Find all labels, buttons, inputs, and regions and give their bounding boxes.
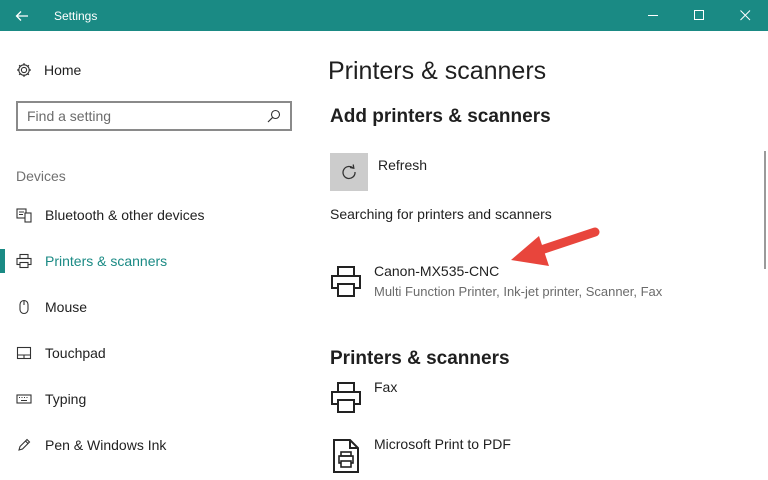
device-name: Fax <box>374 379 398 395</box>
close-icon <box>739 10 750 21</box>
sidebar-item-touchpad[interactable]: Touchpad <box>0 334 305 372</box>
home-label: Home <box>44 62 82 78</box>
installed-device-fax[interactable]: Fax <box>325 375 745 423</box>
refresh-button[interactable] <box>330 153 368 191</box>
devices-section-label: Devices <box>16 168 66 184</box>
back-button[interactable] <box>0 0 44 31</box>
sidebar-item-label: Touchpad <box>45 345 106 361</box>
printer-icon <box>331 382 361 413</box>
window-controls <box>630 0 768 31</box>
title-bar: Settings <box>0 0 768 31</box>
minimize-button[interactable] <box>630 0 676 31</box>
installed-device-pdf[interactable]: Microsoft Print to PDF <box>325 432 745 480</box>
sidebar-item-label: Mouse <box>45 299 88 315</box>
pdf-printer-icon <box>333 439 359 473</box>
maximize-button[interactable] <box>676 0 722 31</box>
refresh-label: Refresh <box>378 157 428 173</box>
printer-icon <box>331 266 361 297</box>
sidebar-item-label: Bluetooth & other devices <box>45 207 205 223</box>
sidebar-item-printers[interactable]: Printers & scanners <box>0 242 305 280</box>
keyboard-icon <box>15 390 33 408</box>
device-name: Microsoft Print to PDF <box>374 436 511 452</box>
device-description: Multi Function Printer, Ink-jet printer,… <box>374 284 663 299</box>
bluetooth-devices-icon <box>15 206 33 224</box>
sidebar-item-label: Typing <box>45 391 87 407</box>
mouse-icon <box>15 298 33 316</box>
sidebar-item-label: Pen & Windows Ink <box>45 437 167 453</box>
printer-icon <box>15 252 33 270</box>
refresh-icon <box>342 164 356 180</box>
window-title: Settings <box>54 8 98 23</box>
scrollbar[interactable] <box>756 31 768 480</box>
device-name: Canon-MX535-CNC <box>374 263 500 279</box>
pen-icon <box>15 436 33 454</box>
add-printers-heading: Add printers & scanners <box>330 106 551 127</box>
scrollbar-thumb[interactable] <box>764 151 766 269</box>
touchpad-icon <box>15 344 33 362</box>
sidebar-item-mouse[interactable]: Mouse <box>0 288 305 326</box>
installed-printers-heading: Printers & scanners <box>330 348 510 369</box>
back-arrow-icon <box>15 10 28 21</box>
page-title: Printers & scanners <box>328 57 547 85</box>
gear-icon <box>17 63 31 77</box>
sidebar-item-typing[interactable]: Typing <box>0 380 305 418</box>
sidebar: Home Devices Bluetooth & other devices <box>0 31 305 480</box>
sidebar-item-label: Printers & scanners <box>45 253 168 269</box>
sidebar-item-pen[interactable]: Pen & Windows Ink <box>0 426 305 464</box>
home-link[interactable]: Home <box>16 59 81 81</box>
close-button[interactable] <box>722 0 768 31</box>
search-icon[interactable] <box>266 108 282 124</box>
minimize-icon <box>647 15 658 16</box>
sidebar-item-bluetooth[interactable]: Bluetooth & other devices <box>0 196 305 234</box>
maximize-icon <box>693 10 704 20</box>
searching-status: Searching for printers and scanners <box>330 206 552 222</box>
search-input[interactable] <box>27 104 267 128</box>
search-box <box>16 101 292 131</box>
red-arrow-icon <box>511 227 600 266</box>
